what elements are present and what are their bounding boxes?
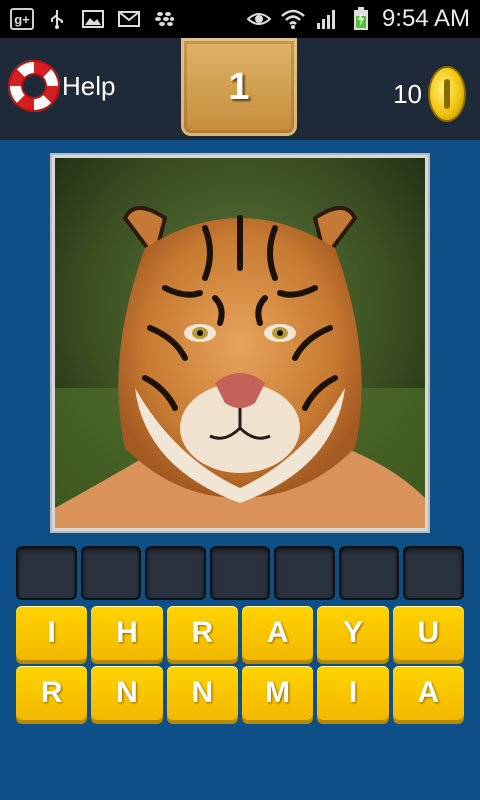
status-bar: g+ 9:54 AM — [0, 0, 480, 38]
letter-key[interactable]: H — [91, 606, 163, 660]
level-number: 1 — [228, 65, 250, 108]
wifi-icon — [280, 8, 306, 30]
google-plus-icon: g+ — [10, 8, 34, 30]
letter-key[interactable]: I — [317, 666, 389, 720]
letter-key[interactable]: A — [392, 666, 464, 720]
level-badge: 1 — [181, 38, 297, 136]
image-icon — [80, 8, 106, 30]
letter-key[interactable]: M — [242, 666, 314, 720]
letter-key[interactable]: Y — [317, 606, 389, 660]
status-time: 9:54 AM — [381, 5, 470, 32]
answer-slot[interactable] — [16, 546, 77, 600]
letter-key[interactable]: A — [242, 606, 314, 660]
letter-key[interactable]: N — [91, 666, 163, 720]
answer-slot[interactable] — [209, 546, 271, 600]
coin-icon — [428, 66, 466, 122]
signal-icon — [314, 8, 340, 30]
letter-key[interactable]: N — [166, 666, 238, 720]
help-button[interactable]: Help — [8, 60, 115, 112]
answer-slot[interactable] — [145, 546, 206, 600]
eye-icon — [246, 8, 272, 30]
answer-slot[interactable] — [80, 546, 142, 600]
letter-key[interactable]: R — [16, 666, 88, 720]
letter-keyboard: I H R A Y U R N N M I A — [16, 606, 464, 720]
answer-slot[interactable] — [403, 546, 465, 600]
bbm-icon — [152, 8, 178, 30]
coin-count: 10 — [393, 78, 422, 109]
answer-slot[interactable] — [338, 546, 400, 600]
battery-icon — [348, 7, 374, 30]
letter-key[interactable]: I — [16, 606, 88, 660]
coin-counter[interactable]: 10 — [393, 66, 466, 122]
letter-key[interactable]: R — [166, 606, 238, 660]
usb-icon — [44, 8, 70, 30]
help-label: Help — [62, 70, 116, 101]
puzzle-image — [52, 155, 428, 531]
letter-key[interactable]: U — [392, 606, 464, 660]
lifebuoy-icon — [8, 60, 60, 112]
gmail-icon — [116, 8, 142, 30]
answer-slot[interactable] — [274, 546, 335, 600]
answer-slots — [16, 546, 465, 600]
tiger-photo — [55, 158, 425, 528]
